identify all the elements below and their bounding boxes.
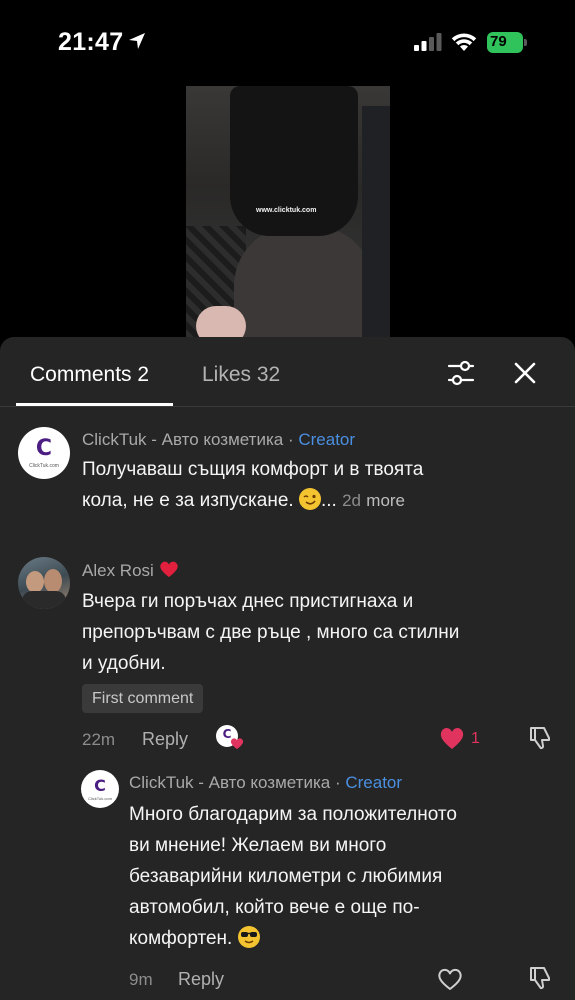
reply-time: 9m bbox=[129, 970, 153, 989]
comment-text: Вчера ги поръчах днес пристигнаха и преп… bbox=[82, 586, 562, 679]
red-heart-icon bbox=[159, 561, 178, 577]
video-seat-back bbox=[234, 226, 374, 338]
comment-ellipsis: ... bbox=[320, 490, 337, 511]
battery-cap bbox=[524, 39, 527, 46]
status-bar: 21:47 79 bbox=[0, 0, 575, 80]
reply-button[interactable]: Reply bbox=[142, 729, 188, 750]
sliders-icon[interactable] bbox=[447, 359, 475, 387]
comment-username[interactable]: ClickTuk - Авто козметика · Creator bbox=[82, 430, 355, 450]
username-text: ClickTuk - Авто козметика bbox=[129, 773, 331, 792]
location-arrow-icon bbox=[129, 33, 145, 49]
avatar-clicktuk-reply[interactable]: C ClickTuk.com bbox=[81, 770, 119, 808]
avatar-logo-letter: C bbox=[94, 776, 106, 795]
first-comment-badge: First comment bbox=[82, 684, 204, 713]
creator-liked-indicator: C bbox=[216, 725, 246, 751]
comment-text-line: Получаваш същия комфорт и в твоята bbox=[82, 459, 424, 480]
video-hand bbox=[196, 306, 246, 338]
comment-time: 2d bbox=[342, 491, 361, 510]
dislike-icon[interactable] bbox=[527, 965, 553, 991]
username-text: ClickTuk - Авто козметика bbox=[82, 430, 284, 449]
winking-face-emoji-icon bbox=[298, 488, 321, 510]
close-icon[interactable] bbox=[513, 361, 537, 385]
comment-text-line-2: кола, не е за изпускане. ... 2d more bbox=[82, 485, 552, 516]
creator-label: Creator bbox=[298, 430, 356, 449]
username-text: Alex Rosi bbox=[82, 561, 154, 580]
dislike-icon[interactable] bbox=[527, 725, 553, 751]
avatar-logo-caption: ClickTuk.com bbox=[88, 796, 112, 801]
reply-text: Много благодарим за положителното ви мне… bbox=[129, 799, 559, 954]
avatar-clicktuk[interactable]: C ClickTuk.com bbox=[18, 427, 70, 479]
comment-time: 22m bbox=[82, 730, 116, 749]
reply-text-line: Много благодарим за положителното bbox=[129, 804, 457, 825]
sunglasses-face-emoji-icon bbox=[237, 926, 260, 948]
video-side bbox=[362, 106, 390, 338]
reply-text-line: комфортен. bbox=[129, 928, 233, 949]
status-time: 21:47 bbox=[58, 28, 124, 56]
battery-indicator: 79 bbox=[487, 32, 527, 53]
reply-text-line: безаварийни километри с любимия bbox=[129, 866, 443, 887]
video-watermark: www.clicktuk.com bbox=[256, 207, 317, 214]
avatar-alex-rosi[interactable] bbox=[18, 557, 70, 609]
more-link[interactable]: more bbox=[366, 491, 405, 510]
like-outline-icon[interactable] bbox=[437, 967, 463, 991]
comment-username[interactable]: Alex Rosi bbox=[82, 560, 179, 581]
like-count: 1 bbox=[471, 730, 480, 747]
tab-likes[interactable]: Likes 32 bbox=[202, 363, 280, 387]
cellular-signal-icon bbox=[414, 33, 442, 51]
reply-username[interactable]: ClickTuk - Авто козметика · Creator bbox=[129, 773, 402, 793]
wifi-icon bbox=[451, 33, 477, 51]
like-heart-icon[interactable] bbox=[439, 726, 465, 750]
battery-level: 79 bbox=[490, 33, 507, 50]
creator-liked-heart-icon bbox=[230, 738, 244, 750]
avatar-logo-letter: C bbox=[35, 436, 53, 461]
username-separator: · bbox=[283, 430, 299, 449]
reply-text-line-5: комфортен. bbox=[129, 923, 559, 954]
creator-label: Creator bbox=[345, 773, 403, 792]
panel-tabs: Comments 2 Likes 32 bbox=[0, 337, 575, 407]
avatar-person-face bbox=[26, 571, 44, 593]
username-separator: · bbox=[330, 773, 346, 792]
active-tab-indicator bbox=[16, 403, 173, 406]
comment-text-line: и удобни. bbox=[82, 653, 166, 674]
battery-body: 79 bbox=[487, 32, 523, 53]
comment-text-line: препоръчвам с две ръце , много са стилни bbox=[82, 622, 460, 643]
avatar-person-face-2 bbox=[44, 569, 62, 593]
comment-text: Получаваш същия комфорт и в твоята кола,… bbox=[82, 454, 552, 516]
reply-text-line: автомобил, който вече е още по- bbox=[129, 897, 420, 918]
reply-button[interactable]: Reply bbox=[178, 969, 224, 990]
comment-text-line: Вчера ги поръчах днес пристигнаха и bbox=[82, 591, 414, 612]
avatar-person-body bbox=[22, 591, 66, 609]
tab-comments[interactable]: Comments 2 bbox=[30, 363, 149, 387]
reply-text-line: ви мнение! Желаем ви много bbox=[129, 835, 387, 856]
video-player[interactable]: www.clicktuk.com bbox=[186, 86, 390, 338]
comments-panel: Comments 2 Likes 32 C ClickTuk.com Click… bbox=[0, 337, 575, 1000]
comment-text-line: кола, не е за изпускане. bbox=[82, 490, 294, 511]
avatar-logo-caption: ClickTuk.com bbox=[29, 463, 59, 469]
